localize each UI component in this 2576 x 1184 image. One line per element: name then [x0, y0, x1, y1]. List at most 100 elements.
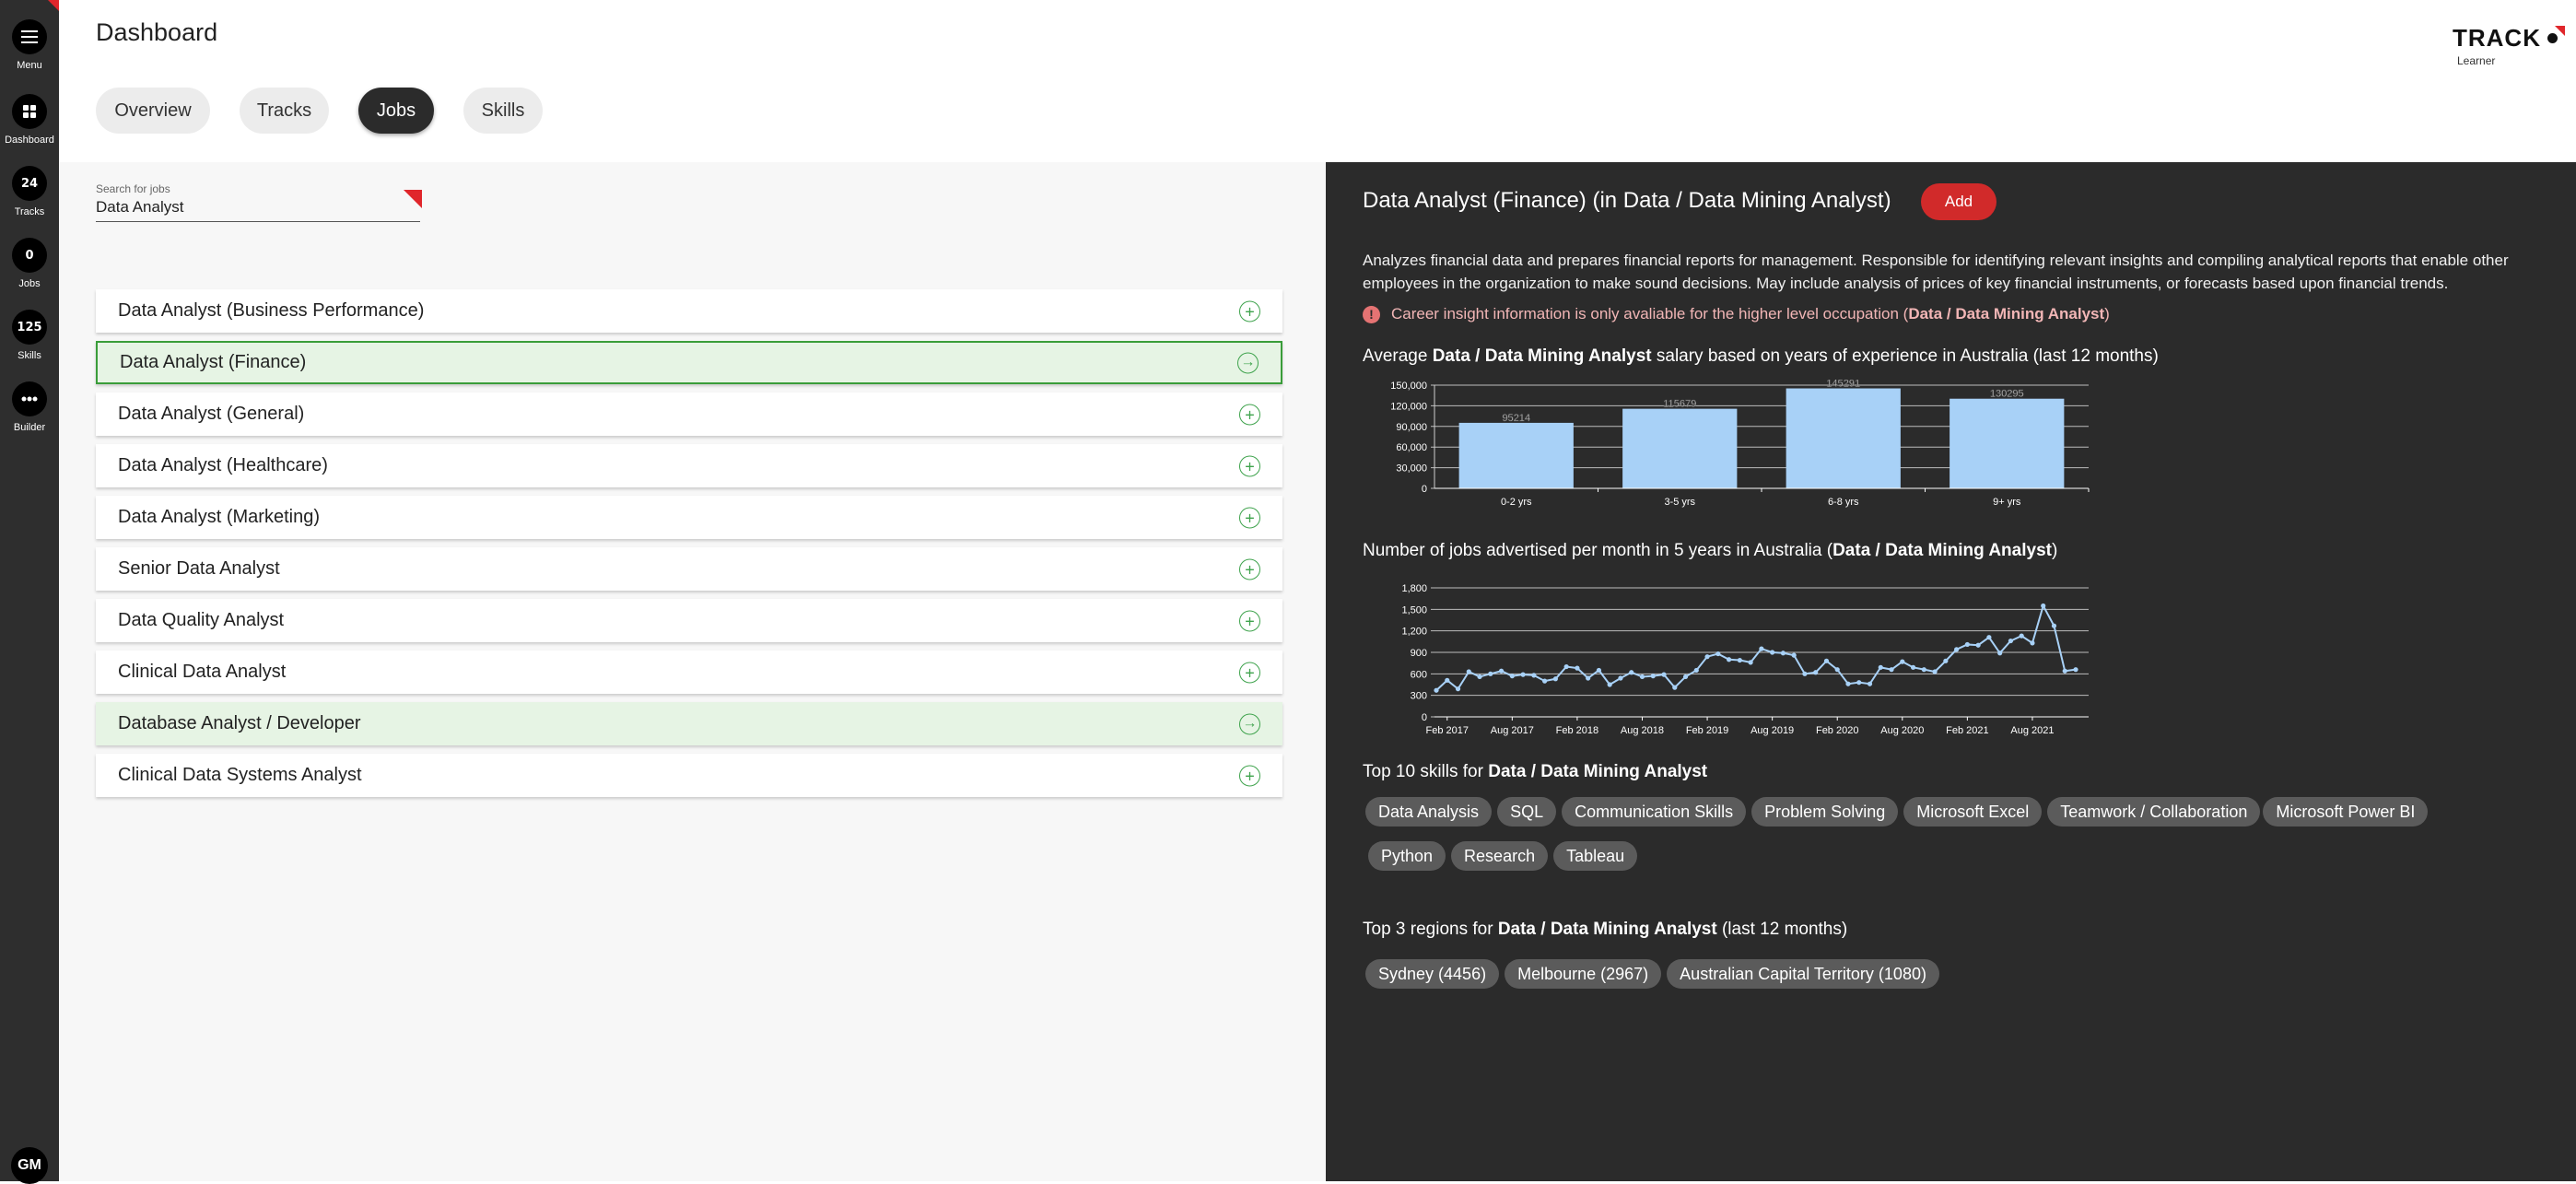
region-chip: Sydney (4456) — [1365, 959, 1500, 989]
line-y-tick-label: 0 — [1422, 712, 1427, 723]
jobs-data-point — [1802, 671, 1808, 676]
jobs-data-point — [1477, 674, 1482, 680]
bar-y-tick-label: 60,000 — [1396, 442, 1427, 453]
salary-bar — [1950, 398, 2065, 488]
jobs-data-point — [1813, 670, 1819, 675]
jobs-data-point — [1954, 647, 1960, 652]
rail-tracks-label: Tracks — [14, 206, 45, 217]
jobs-data-point — [1629, 670, 1634, 675]
skill-chip: Python — [1368, 841, 1446, 871]
avatar[interactable]: GM — [11, 1147, 48, 1184]
dashboard-grid-icon — [12, 94, 47, 129]
job-item-label: Data Analyst (Business Performance) — [118, 300, 425, 321]
jobs-data-point — [1943, 658, 1949, 663]
jobs-data-point — [1552, 676, 1558, 682]
rail-skills-count: 125 — [12, 310, 47, 345]
bar-y-tick-label: 150,000 — [1390, 381, 1427, 392]
rail-builder[interactable]: Builder — [0, 381, 59, 433]
tab-tracks[interactable]: Tracks — [240, 88, 329, 134]
logo-flag-icon — [2555, 26, 2565, 36]
jobs-data-point — [1618, 675, 1623, 681]
rail-skills[interactable]: 125 Skills — [0, 310, 59, 361]
plus-circle-icon[interactable]: + — [1239, 662, 1260, 683]
rail-dashboard-label: Dashboard — [5, 135, 54, 146]
line-y-tick-label: 300 — [1411, 691, 1427, 702]
hamburger-icon — [12, 19, 47, 54]
plus-circle-icon[interactable]: + — [1239, 404, 1260, 425]
skill-chip: Communication Skills — [1562, 797, 1747, 826]
job-item[interactable]: Data Analyst (Healthcare) + — [96, 444, 1282, 487]
line-y-tick-label: 600 — [1411, 669, 1427, 680]
job-item[interactable]: Senior Data Analyst + — [96, 547, 1282, 591]
plus-circle-icon[interactable]: + — [1239, 300, 1260, 322]
job-item[interactable]: Clinical Data Analyst + — [96, 651, 1282, 694]
job-item-label: Senior Data Analyst — [118, 558, 280, 579]
bar-x-tick-label: 6-8 yrs — [1828, 497, 1859, 508]
jobs-data-point — [1542, 678, 1548, 684]
search-field: Search for jobs — [96, 182, 420, 222]
add-button[interactable]: Add — [1921, 183, 1996, 220]
region-chip: Australian Capital Territory (1080) — [1667, 959, 1939, 989]
jobs-data-point — [1823, 658, 1830, 663]
jobs-data-point — [2073, 667, 2078, 673]
bar-y-tick-label: 30,000 — [1396, 463, 1427, 475]
job-item[interactable]: Clinical Data Systems Analyst + — [96, 754, 1282, 797]
arrow-circle-icon[interactable]: → — [1237, 352, 1259, 373]
job-description: Analyzes financial data and prepares fin… — [1363, 252, 2509, 292]
job-item-selected[interactable]: Data Analyst (Finance) → — [96, 341, 1282, 384]
arrow-circle-icon[interactable]: → — [1239, 713, 1260, 734]
rail-tracks[interactable]: 24 Tracks — [0, 166, 59, 217]
job-item-label: Data Analyst (Healthcare) — [118, 455, 328, 475]
alert-icon: ! — [1363, 305, 1380, 323]
jobs-data-point — [1672, 685, 1678, 690]
tab-skills[interactable]: Skills — [463, 88, 543, 134]
jobs-data-point — [1434, 687, 1439, 693]
jobs-data-point — [1932, 669, 1938, 674]
line-x-tick-label: Aug 2021 — [2010, 725, 2054, 736]
plus-circle-icon[interactable]: + — [1239, 558, 1260, 580]
job-item-label: Clinical Data Analyst — [118, 662, 287, 682]
job-item-label: Data Analyst (Marketing) — [118, 507, 320, 527]
plus-circle-icon[interactable]: + — [1239, 507, 1260, 528]
career-insight-notice: ! Career insight information is only ava… — [1363, 305, 2110, 323]
logo-text: TRACK — [2453, 24, 2541, 52]
plus-circle-icon[interactable]: + — [1239, 610, 1260, 631]
job-item[interactable]: Data Analyst (General) + — [96, 393, 1282, 436]
jobs-data-point — [1682, 674, 1689, 680]
rail-skills-label: Skills — [18, 350, 41, 361]
salary-bar — [1458, 422, 1574, 488]
job-item-added[interactable]: Database Analyst / Developer → — [96, 702, 1282, 745]
bar-y-tick-label: 90,000 — [1396, 422, 1427, 433]
search-label: Search for jobs — [96, 182, 170, 195]
line-x-tick-label: Feb 2017 — [1426, 725, 1469, 736]
jobs-data-point — [1759, 646, 1764, 651]
tab-jobs[interactable]: Jobs — [358, 88, 434, 134]
job-list: Data Analyst (Business Performance) + Da… — [96, 289, 1282, 805]
line-x-tick-label: Feb 2020 — [1816, 725, 1858, 736]
job-item[interactable]: Data Analyst (Business Performance) + — [96, 289, 1282, 333]
region-chips: Sydney (4456) Melbourne (2967) Australia… — [1363, 959, 1939, 1003]
region-chip: Melbourne (2967) — [1505, 959, 1662, 989]
jobs-data-point — [1563, 663, 1569, 670]
plus-circle-icon[interactable]: + — [1239, 765, 1260, 786]
search-input[interactable] — [96, 198, 372, 217]
tab-overview[interactable]: Overview — [96, 88, 210, 134]
rail-menu[interactable]: Menu — [0, 19, 59, 71]
jobs-data-point — [1607, 682, 1612, 687]
jobs-series-line — [1435, 603, 2077, 691]
job-item[interactable]: Data Analyst (Marketing) + — [96, 496, 1282, 539]
jobs-data-point — [1509, 674, 1515, 679]
job-item[interactable]: Data Quality Analyst + — [96, 599, 1282, 642]
plus-circle-icon[interactable]: + — [1239, 455, 1260, 476]
jobs-data-point — [1791, 652, 1797, 658]
job-item-label: Data Analyst (Finance) — [120, 352, 307, 372]
notice-occupation: Data / Data Mining Analyst — [1908, 305, 2105, 322]
page-title: Dashboard — [96, 18, 218, 46]
line-y-tick-label: 900 — [1411, 648, 1427, 659]
rail-dashboard[interactable]: Dashboard — [0, 94, 59, 146]
jobs-data-point — [1737, 657, 1742, 663]
jobs-data-point — [1488, 671, 1493, 676]
jobs-data-point — [1845, 681, 1851, 686]
logo-subtext: Learner — [2457, 54, 2496, 67]
rail-jobs[interactable]: 0 Jobs — [0, 238, 59, 289]
